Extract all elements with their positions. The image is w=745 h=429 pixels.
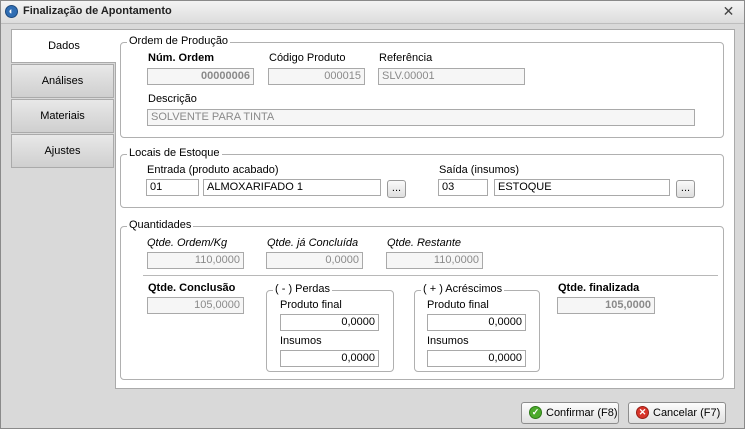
qtde-ja-concluida-label: Qtde. já Concluída [267,237,359,249]
quantidades-group: Quantidades Qtde. Ordem/Kg 110,0000 Qtde… [120,219,724,380]
locais-estoque-legend: Locais de Estoque [127,147,222,159]
perdas-group: ( - ) Perdas Produto final 0,0000 Insumo… [266,283,394,372]
cancel-label: Cancelar (F7) [653,407,721,419]
quantidades-legend: Quantidades [127,219,194,231]
check-icon: ✓ [529,406,542,419]
perdas-insumos-field[interactable]: 0,0000 [280,350,379,367]
acrescimos-produto-final-label: Produto final [427,299,489,311]
qtde-ordem-kg-label: Qtde. Ordem/Kg [147,237,228,249]
qtde-restante-field[interactable]: 110,0000 [386,252,483,269]
qtde-ja-concluida-field[interactable]: 0,0000 [266,252,363,269]
num-ordem-field[interactable]: 00000006 [147,68,254,85]
dialog-window: ◐ Finalização de Apontamento ✕ Dados Aná… [0,0,745,429]
entrada-code-field[interactable]: 01 [146,179,199,196]
codigo-produto-field[interactable]: 000015 [268,68,365,85]
acrescimos-produto-final-field[interactable]: 0,0000 [427,314,526,331]
entrada-label: Entrada (produto acabado) [147,164,279,176]
tab-dados[interactable]: Dados [11,29,116,63]
acrescimos-insumos-field[interactable]: 0,0000 [427,350,526,367]
referencia-label: Referência [379,52,433,64]
cancel-icon: ✕ [636,406,649,419]
close-button[interactable]: ✕ [721,4,736,19]
saida-lookup-button[interactable]: ... [676,180,695,198]
qtde-finalizada-field[interactable]: 105,0000 [557,297,655,314]
app-logo-icon: ◐ [5,5,18,18]
acrescimos-insumos-label: Insumos [427,335,469,347]
saida-code-field[interactable]: 03 [438,179,488,196]
acrescimos-group: ( + ) Acréscimos Produto final 0,0000 In… [414,283,540,372]
confirm-label: Confirmar (F8) [546,407,618,419]
saida-label: Saída (insumos) [439,164,520,176]
ordem-producao-group: Ordem de Produção Núm. Ordem 00000006 Có… [120,35,724,138]
qtde-finalizada-label: Qtde. finalizada [558,282,640,294]
qtde-ordem-kg-field[interactable]: 110,0000 [147,252,244,269]
title-bar: ◐ Finalização de Apontamento ✕ [1,1,744,24]
tab-ajustes[interactable]: Ajustes [11,134,114,168]
tab-content-dados: Ordem de Produção Núm. Ordem 00000006 Có… [115,29,735,389]
referencia-field[interactable]: SLV.00001 [378,68,525,85]
perdas-insumos-label: Insumos [280,335,322,347]
qtde-conclusao-label: Qtde. Conclusão [148,282,236,294]
qtde-restante-label: Qtde. Restante [387,237,461,249]
locais-estoque-group: Locais de Estoque Entrada (produto acaba… [120,147,724,208]
cancel-button[interactable]: ✕ Cancelar (F7) [628,402,726,424]
window-title: Finalização de Apontamento [23,5,172,17]
tab-materiais[interactable]: Materiais [11,99,114,133]
perdas-produto-final-label: Produto final [280,299,342,311]
codigo-produto-label: Código Produto [269,52,346,64]
perdas-legend: ( - ) Perdas [273,283,333,295]
perdas-produto-final-field[interactable]: 0,0000 [280,314,379,331]
acrescimos-legend: ( + ) Acréscimos [421,283,505,295]
entrada-name-field[interactable]: ALMOXARIFADO 1 [203,179,381,196]
tab-analises[interactable]: Análises [11,64,114,98]
saida-name-field[interactable]: ESTOQUE [494,179,670,196]
confirm-button[interactable]: ✓ Confirmar (F8) [521,402,619,424]
quantidades-separator [143,275,718,276]
ordem-producao-legend: Ordem de Produção [127,35,231,47]
descricao-label: Descrição [148,93,197,105]
num-ordem-label: Núm. Ordem [148,52,215,64]
entrada-lookup-button[interactable]: ... [387,180,406,198]
qtde-conclusao-field[interactable]: 105,0000 [147,297,244,314]
descricao-field[interactable]: SOLVENTE PARA TINTA [147,109,695,126]
